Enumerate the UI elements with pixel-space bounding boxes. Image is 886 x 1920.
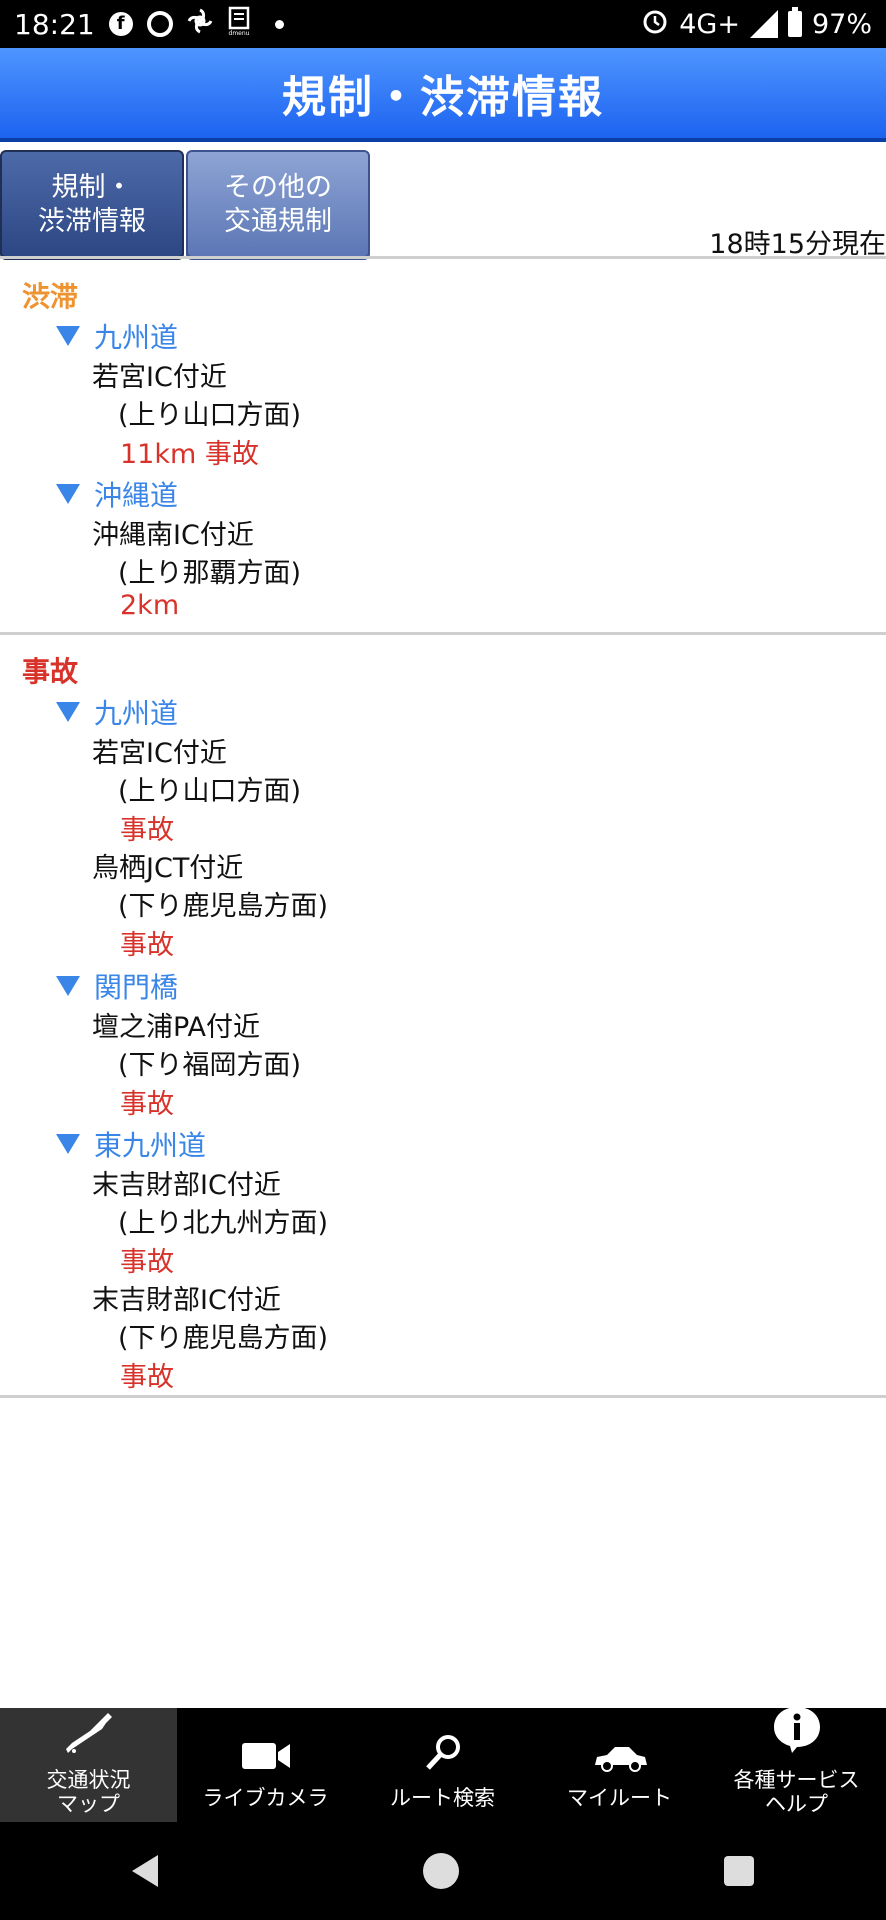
direction-text: (下り鹿児島方面) [118,1323,329,1354]
incident-info: 事故 [120,815,174,846]
nav-services-help[interactable]: 各種サービス ヘルプ [708,1705,885,1822]
battery-label: 97% [811,8,872,40]
road-name: 関門橋 [94,971,179,1004]
direction-text: (上り山口方面) [118,776,302,807]
road-name: 九州道 [94,321,179,354]
triangle-down-icon [56,326,80,346]
road-name: 九州道 [94,697,179,730]
incident-info: 事故 [120,1089,174,1120]
notification-dot-icon [274,19,284,29]
road-header[interactable]: 東九州道 [56,1124,206,1164]
page-title: 規制・渋滞情報 [0,48,886,142]
road-header[interactable]: 関門橋 [56,966,178,1006]
tab-regulation-congestion[interactable]: 規制・ 渋滞情報 [0,150,184,260]
nav-label-line1: 各種サービス [733,1768,860,1792]
section-title-congestion: 渋滞 [22,280,79,313]
nav-label-line1: ルート検索 [390,1786,495,1810]
back-icon[interactable] [132,1855,159,1887]
japan-map-icon [62,1711,116,1760]
tab-other-regulations[interactable]: その他の 交通規制 [186,150,370,260]
bottom-nav: 交通状況 マップ ライブカメラ ルート検索 マイルート 各種サービス ヘルプ [0,1705,886,1822]
chrome-icon [146,11,173,37]
nav-route-search[interactable]: ルート検索 [354,1708,531,1822]
status-time: 18:21 [14,7,95,41]
direction-text: (上り山口方面) [118,400,302,431]
location-text: 沖縄南IC付近 [92,520,254,551]
alarm-icon [641,7,669,42]
tab-label-line1: その他の [224,172,332,203]
dmenu-icon: dmenu [227,6,253,43]
location-text: 若宮IC付近 [92,738,227,769]
nav-label-line1: マイルート [567,1786,672,1810]
road-header[interactable]: 九州道 [56,692,178,732]
divider [0,256,886,259]
dmenu-label: dmenu [228,30,249,36]
triangle-down-icon [56,976,80,996]
divider [0,632,886,635]
direction-text: (上り北九州方面) [118,1208,329,1239]
triangle-down-icon [56,484,80,504]
road-header[interactable]: 沖縄道 [56,474,178,514]
battery-icon [787,7,802,37]
incident-info: 事故 [120,1247,174,1278]
video-camera-icon [240,1739,292,1778]
section-title-accident: 事故 [22,655,79,688]
location-text: 末吉財部IC付近 [92,1170,281,1201]
nav-label-line2: マップ [57,1792,120,1816]
road-name: 東九州道 [94,1129,207,1162]
nav-live-camera[interactable]: ライブカメラ [177,1708,354,1822]
network-label: 4G+ [679,8,740,40]
incident-info: 11km 事故 [120,439,259,470]
location-text: 若宮IC付近 [92,362,227,393]
pinwheel-icon [187,8,213,41]
recents-icon[interactable] [723,1856,754,1886]
home-icon[interactable] [422,1853,459,1889]
location-text: 末吉財部IC付近 [92,1285,281,1316]
nav-label-line2: ヘルプ [765,1792,828,1816]
tab-label-line1: 規制・ [51,172,133,203]
nav-label-line1: 交通状況 [46,1768,131,1792]
system-nav-bar [0,1822,886,1920]
info-icon [770,1705,824,1760]
direction-text: (下り鹿児島方面) [118,891,329,922]
magnifier-icon [423,1733,463,1778]
direction-text: (上り那覇方面) [118,558,302,589]
direction-text: (下り福岡方面) [118,1050,302,1081]
road-name: 沖縄道 [94,479,179,512]
triangle-down-icon [56,702,80,722]
status-bar: 18:21 f dmenu 4G+ 97% [0,0,886,48]
incident-info: 事故 [120,1362,174,1393]
car-icon [591,1743,649,1778]
tab-label-line2: 交通規制 [224,206,332,237]
tab-bar: 規制・ 渋滞情報 その他の 交通規制 [0,150,370,260]
nav-label-line1: ライブカメラ [202,1786,329,1810]
road-header[interactable]: 九州道 [56,316,178,356]
divider [0,1395,886,1398]
facebook-icon: f [108,12,133,36]
triangle-down-icon [56,1134,80,1154]
incident-info: 事故 [120,930,174,961]
location-text: 壇之浦PA付近 [92,1012,261,1043]
nav-traffic-map[interactable]: 交通状況 マップ [0,1708,177,1822]
signal-icon [749,10,778,38]
incident-info: 2km [120,590,180,621]
tab-label-line2: 渋滞情報 [38,206,146,237]
nav-my-route[interactable]: マイルート [531,1708,708,1822]
location-text: 鳥栖JCT付近 [92,853,244,884]
